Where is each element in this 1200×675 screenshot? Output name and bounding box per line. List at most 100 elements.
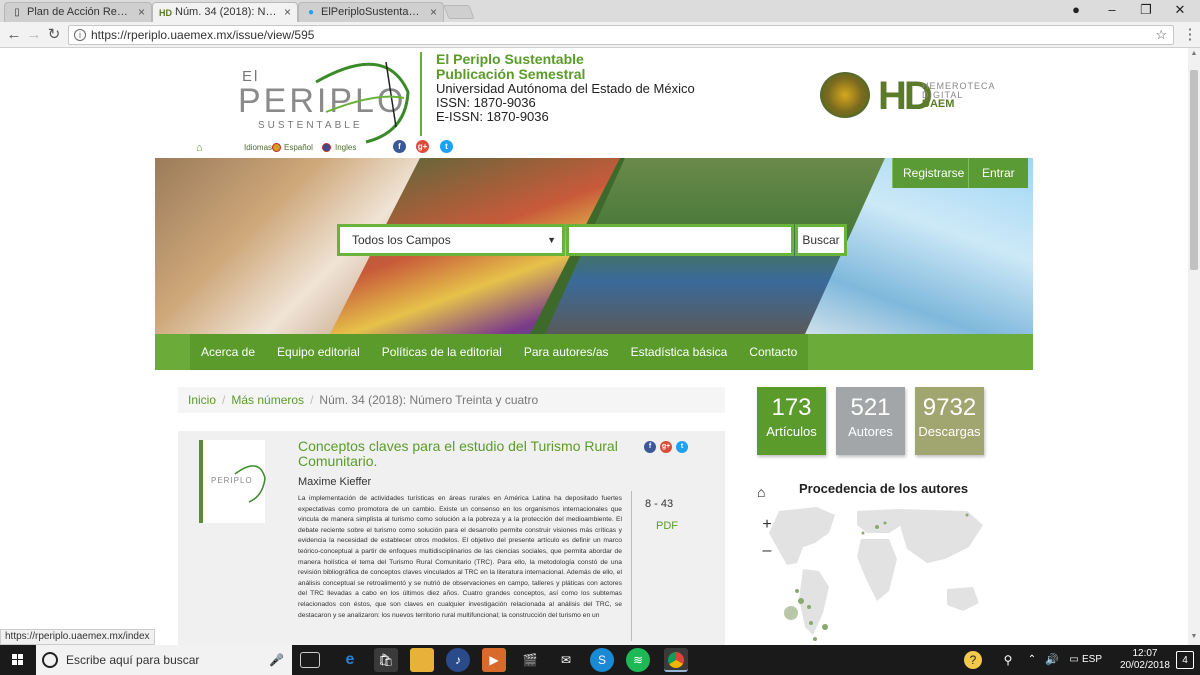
uaem-seal-icon[interactable]: [820, 72, 870, 118]
article-thumbnail[interactable]: PERIPLO: [199, 440, 266, 523]
profile-icon[interactable]: ●: [1058, 0, 1094, 22]
map-marker[interactable]: [784, 606, 798, 620]
map-marker[interactable]: [822, 624, 828, 630]
tab-plan-accion[interactable]: ▯ Plan de Acción Regional ×: [4, 2, 152, 22]
chrome-icon[interactable]: [664, 648, 688, 672]
map-marker[interactable]: [861, 531, 865, 535]
world-map[interactable]: [757, 503, 993, 645]
help-icon[interactable]: ?: [964, 651, 982, 669]
map-north-america: [769, 507, 835, 565]
map-oceania: [947, 587, 979, 611]
nav-equipo-editorial[interactable]: Equipo editorial: [266, 334, 371, 370]
tab-num-34[interactable]: HD Núm. 34 (2018): Número ×: [152, 2, 298, 22]
windows-logo-icon: [12, 654, 23, 665]
map-marker[interactable]: [813, 637, 817, 641]
media-player-icon[interactable]: ♪: [446, 648, 470, 672]
nav-politicas[interactable]: Políticas de la editorial: [371, 334, 513, 370]
search-input[interactable]: [566, 224, 794, 256]
google-plus-icon[interactable]: g+: [660, 441, 672, 453]
tab-twitter[interactable]: ● ElPeriploSustentable (@E ×: [298, 2, 444, 22]
map-marker[interactable]: [875, 525, 879, 529]
issn: ISSN: 1870-9036: [436, 95, 536, 110]
map-marker[interactable]: [965, 513, 969, 517]
edge-icon[interactable]: e: [338, 648, 362, 672]
nav-contacto[interactable]: Contacto: [738, 334, 808, 370]
map-marker[interactable]: [883, 521, 887, 525]
spain-flag-icon: [272, 143, 281, 152]
lang-espanol[interactable]: Español: [284, 143, 313, 152]
scroll-down-icon[interactable]: ▼: [1188, 633, 1200, 643]
hero-banner: Registrarse Entrar Todos los Campos ▼ Bu…: [155, 158, 1033, 334]
back-icon[interactable]: ←: [4, 25, 24, 45]
periplo-logo[interactable]: El PERIPLO SUSTENTABLE: [236, 52, 416, 147]
pdf-link[interactable]: PDF: [656, 520, 678, 532]
spotify-icon[interactable]: ≋: [626, 648, 650, 672]
zoom-in-button[interactable]: +: [757, 516, 777, 536]
article-abstract: La implementación de actividades turísti…: [298, 495, 622, 619]
cortana-icon: [42, 652, 58, 668]
minimize-icon[interactable]: –: [1094, 0, 1130, 22]
page-scrollbar[interactable]: ▲ ▼: [1188, 48, 1200, 645]
menu-kebab-icon[interactable]: ⋮: [1180, 25, 1200, 45]
map-marker[interactable]: [795, 589, 799, 593]
file-explorer-icon[interactable]: [410, 648, 434, 672]
close-tab-icon[interactable]: ×: [430, 3, 437, 22]
taskbar-clock[interactable]: 12:07 20/02/2018: [1120, 648, 1170, 672]
lang-ingles[interactable]: Ingles: [335, 143, 356, 152]
search-field-select[interactable]: Todos los Campos ▼: [337, 224, 565, 256]
search-button[interactable]: Buscar: [795, 224, 847, 256]
microphone-icon[interactable]: 🎤: [269, 645, 284, 675]
info-icon[interactable]: i: [74, 29, 86, 41]
article-title[interactable]: Conceptos claves para el estudio del Tur…: [298, 439, 618, 469]
register-button[interactable]: Registrarse: [892, 158, 975, 188]
nav-estadistica[interactable]: Estadística básica: [620, 334, 739, 370]
forward-icon[interactable]: →: [24, 25, 44, 45]
map-home-icon[interactable]: ⌂: [757, 484, 765, 500]
new-tab-button[interactable]: [443, 5, 475, 19]
map-marker[interactable]: [807, 605, 811, 609]
volume-icon[interactable]: 🔊: [1040, 648, 1064, 672]
reload-icon[interactable]: ↻: [44, 25, 64, 45]
taskbar-search[interactable]: Escribe aquí para buscar 🎤: [36, 645, 292, 675]
main-nav: Acerca de Equipo editorial Políticas de …: [155, 334, 1033, 370]
scrollbar-thumb[interactable]: [1190, 70, 1198, 270]
login-button[interactable]: Entrar: [968, 158, 1028, 188]
zoom-out-button[interactable]: –: [757, 542, 777, 562]
close-tab-icon[interactable]: ×: [138, 3, 145, 22]
twitter-icon: ●: [307, 7, 315, 18]
breadcrumb-home[interactable]: Inicio: [188, 393, 216, 407]
language-indicator[interactable]: ESP: [1080, 648, 1104, 672]
nav-acerca-de[interactable]: Acerca de: [190, 334, 266, 370]
notifications-icon[interactable]: 4: [1176, 651, 1194, 669]
skype-icon[interactable]: S: [590, 648, 614, 672]
store-icon[interactable]: 🛍: [374, 648, 398, 672]
languages-label: Idiomas: [244, 143, 273, 152]
twitter-icon[interactable]: t: [676, 441, 688, 453]
scroll-up-icon[interactable]: ▲: [1188, 50, 1200, 60]
twitter-icon[interactable]: t: [440, 140, 453, 153]
breadcrumb-more-issues[interactable]: Más números: [231, 393, 304, 407]
task-view-icon[interactable]: [300, 652, 320, 668]
facebook-icon[interactable]: f: [393, 140, 406, 153]
bookmark-star-icon[interactable]: ☆: [1155, 26, 1167, 44]
nav-para-autores[interactable]: Para autores/as: [513, 334, 620, 370]
map-asia: [899, 509, 983, 563]
close-tab-icon[interactable]: ×: [284, 3, 291, 22]
address-bar[interactable]: i https://rperiplo.uaemex.mx/issue/view/…: [68, 25, 1174, 45]
mail-icon[interactable]: ✉: [554, 648, 578, 672]
start-button[interactable]: [0, 645, 36, 675]
close-window-icon[interactable]: ✕: [1162, 0, 1198, 22]
restore-icon[interactable]: ❐: [1128, 0, 1164, 22]
movies-tv-icon[interactable]: ▶: [482, 648, 506, 672]
map-marker[interactable]: [809, 621, 813, 625]
logo-swoosh-icon: [315, 61, 410, 144]
people-icon[interactable]: ⚲: [996, 648, 1020, 672]
chevron-down-icon: ▼: [547, 235, 556, 245]
clapper-icon[interactable]: 🎬: [518, 648, 542, 672]
stat-descargas: 9732 Descargas: [915, 387, 984, 455]
google-plus-icon[interactable]: g+: [416, 140, 429, 153]
map-marker[interactable]: [798, 598, 804, 604]
uk-flag-icon: [322, 143, 331, 152]
home-icon[interactable]: ⌂: [196, 142, 203, 154]
facebook-icon[interactable]: f: [644, 441, 656, 453]
